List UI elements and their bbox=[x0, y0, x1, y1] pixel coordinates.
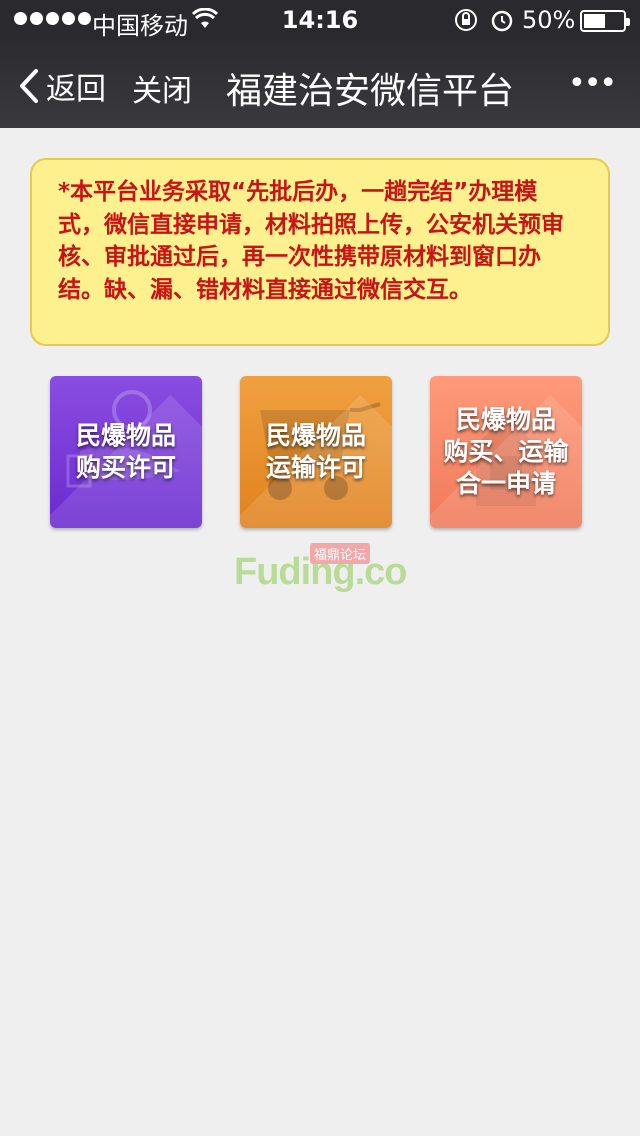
tile-label-line3: 合一申请 bbox=[455, 469, 556, 498]
tile-label-line2: 购买、运输 bbox=[443, 437, 569, 466]
tile-label-line1: 民爆物品 bbox=[455, 405, 556, 434]
navigation-bar: 返回 关闭 福建治安微信平台 ••• bbox=[0, 40, 640, 128]
purchase-permit-tile[interactable]: 民爆物品 购买许可 bbox=[50, 376, 202, 528]
tile-label-line2: 购买许可 bbox=[75, 453, 176, 482]
battery-icon bbox=[580, 10, 630, 32]
close-button[interactable]: 关闭 bbox=[132, 66, 192, 110]
status-bar: 中国移动 14:16 50% bbox=[0, 0, 640, 40]
watermark-logo: Fuding.co 福鼎论坛 bbox=[234, 543, 409, 598]
back-label: 返回 bbox=[46, 72, 106, 107]
tile-label-line1: 民爆物品 bbox=[75, 421, 176, 450]
tile-label-line2: 运输许可 bbox=[265, 453, 366, 482]
battery-percent: 50% bbox=[522, 6, 576, 34]
notice-banner: *本平台业务采取“先批后办，一趟完结”办理模式，微信直接申请，材料拍照上传，公安… bbox=[30, 158, 610, 346]
chevron-left-icon bbox=[20, 69, 38, 103]
alarm-icon bbox=[490, 8, 514, 38]
watermark-badge: 福鼎论坛 bbox=[310, 543, 371, 564]
back-button[interactable]: 返回 bbox=[18, 64, 106, 108]
rotation-lock-icon bbox=[454, 8, 478, 38]
more-options-button[interactable]: ••• bbox=[568, 66, 617, 101]
combined-application-tile[interactable]: 民爆物品 购买、运输 合一申请 bbox=[430, 376, 582, 528]
page-title: 福建治安微信平台 bbox=[226, 71, 515, 112]
tile-label-line1: 民爆物品 bbox=[265, 421, 366, 450]
transport-permit-tile[interactable]: 民爆物品 运输许可 bbox=[240, 376, 392, 528]
